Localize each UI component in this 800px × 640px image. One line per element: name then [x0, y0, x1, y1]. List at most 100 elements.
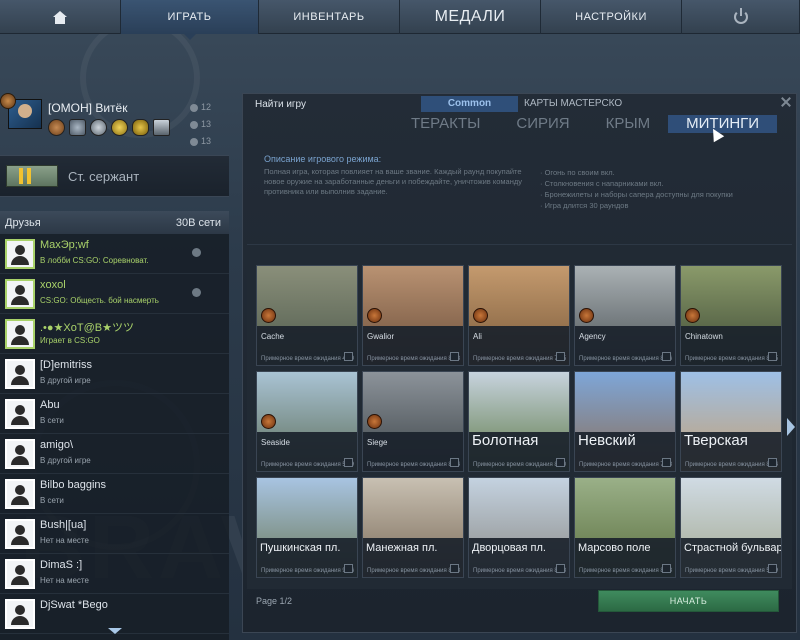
start-button[interactable]: НАЧАТЬ	[598, 590, 779, 612]
map-select-checkbox[interactable]	[556, 564, 565, 573]
friend-avatar[interactable]	[5, 399, 35, 429]
map-tile[interactable]: Болотная Примерное время ожидания 8:30	[468, 371, 570, 472]
map-tile[interactable]: Cache Примерное время ожидания 4:00	[256, 265, 358, 366]
friend-avatar[interactable]	[5, 519, 35, 549]
stat-leader: 13	[201, 136, 212, 146]
mode-tab-terakty[interactable]: ТЕРАКТЫ	[393, 115, 498, 133]
friend-row[interactable]: Bush|[ua] Нет на месте	[0, 514, 229, 554]
leader-icon	[190, 137, 198, 146]
map-select-checkbox[interactable]	[344, 458, 353, 467]
friend-avatar[interactable]	[5, 319, 35, 349]
map-tile[interactable]: Тверская Примерное время ожидания 8:24	[680, 371, 782, 472]
mode-tab-krym[interactable]: КРЫМ	[588, 115, 669, 133]
map-tile[interactable]: Agency Примерное время ожидания 8:36	[574, 265, 676, 366]
map-select-checkbox[interactable]	[450, 352, 459, 361]
map-wait-time: Примерное время ожидания 8:53	[579, 568, 673, 574]
friend-row[interactable]: Bilbo baggins В сети	[0, 474, 229, 514]
friend-row[interactable]: DimaS :] Нет на месте	[0, 554, 229, 594]
map-wait-time: Примерное время ожидания 8:24	[367, 462, 461, 468]
map-select-checkbox[interactable]	[768, 458, 777, 467]
map-tile[interactable]: Ali Примерное время ожидания 7:05	[468, 265, 570, 366]
tab-workshop-maps[interactable]: КАРТЫ МАСТЕРСКО	[518, 96, 628, 112]
tab-common[interactable]: Common	[421, 96, 518, 112]
mode-tab-mitingi[interactable]: МИТИНГИ	[668, 115, 778, 133]
user-icon	[15, 325, 25, 335]
map-emblem-icon	[367, 308, 382, 323]
map-tile[interactable]: Марсово поле Примерное время ожидания 8:5…	[574, 477, 676, 578]
profile-stats: 12 13 13	[190, 99, 211, 150]
friends-header[interactable]: Друзья 30В сети	[0, 211, 229, 234]
map-select-checkbox[interactable]	[344, 352, 353, 361]
flag-icon	[153, 119, 170, 136]
user-icon	[15, 445, 25, 455]
friend-avatar[interactable]	[5, 599, 35, 629]
friend-avatar[interactable]	[5, 479, 35, 509]
map-tile[interactable]: Страстной бульвар Примерное время ожидани…	[680, 477, 782, 578]
map-select-checkbox[interactable]	[344, 564, 353, 573]
map-tile[interactable]: Siege Примерное время ожидания 8:24	[362, 371, 464, 472]
friend-row[interactable]: .•●★XoT@B★ツツ Играет в CS:GO	[0, 314, 229, 354]
map-grid: Cache Примерное время ожидания 4:00 Gwalio…	[256, 265, 782, 578]
user-icon-body	[11, 456, 29, 465]
nav-medals-tab[interactable]: МЕДАЛИ	[400, 0, 541, 34]
friend-avatar[interactable]	[5, 359, 35, 389]
map-tile[interactable]: Манежная пл. Примерное время ожидания 8:5…	[362, 477, 464, 578]
map-name: Cache	[261, 332, 285, 341]
next-page-arrow-icon[interactable]	[787, 418, 797, 436]
user-icon	[15, 245, 25, 255]
map-wait-time: Примерное время ожидания 8:58	[367, 568, 461, 574]
map-select-checkbox[interactable]	[662, 564, 671, 573]
map-wait-time: Примерное время ожидания 5:09	[685, 568, 779, 574]
close-icon[interactable]	[780, 96, 792, 108]
gold-coin-icon	[111, 119, 128, 136]
user-icon	[15, 605, 25, 615]
map-tile[interactable]: Gwalior Примерное время ожидания 8:23	[362, 265, 464, 366]
invite-icon[interactable]	[192, 248, 201, 257]
user-icon-body	[11, 376, 29, 385]
map-wait-time: Примерное время ожидания 9:06	[261, 568, 355, 574]
nav-settings-tab[interactable]: НАСТРОЙКИ	[541, 0, 682, 34]
map-select-checkbox[interactable]	[450, 564, 459, 573]
nav-home-button[interactable]	[0, 0, 121, 34]
friend-list: MaxЭр;wf В лобби CS:GO: Соревноват. xoxol C…	[0, 234, 229, 634]
mode-tab-siriya[interactable]: СИРИЯ	[498, 115, 587, 133]
scroll-down-icon[interactable]	[108, 628, 122, 636]
map-select-checkbox[interactable]	[556, 458, 565, 467]
friend-avatar[interactable]	[5, 239, 35, 269]
friend-row[interactable]: [D]emitriss В другой игре	[0, 354, 229, 394]
map-select-checkbox[interactable]	[768, 564, 777, 573]
home-icon	[53, 10, 67, 24]
friend-row[interactable]: MaxЭр;wf В лобби CS:GO: Соревноват.	[0, 234, 229, 274]
friend-avatar[interactable]	[5, 559, 35, 589]
map-name: Ali	[473, 332, 482, 341]
map-wait-time: Примерное время ожидания 8:35	[685, 356, 779, 362]
friends-panel: Друзья 30В сети MaxЭр;wf В лобби CS:GO: С…	[0, 211, 229, 640]
map-select-checkbox[interactable]	[556, 352, 565, 361]
friend-row[interactable]: amigo\ В другой игре	[0, 434, 229, 474]
map-select-checkbox[interactable]	[662, 352, 671, 361]
nav-inventory-tab[interactable]: ИНВЕНТАРЬ	[259, 0, 400, 34]
map-tile[interactable]: Seaside Примерное время ожидания 5:59	[256, 371, 358, 472]
map-select-checkbox[interactable]	[662, 458, 671, 467]
map-selection-area: Cache Примерное время ожидания 4:00 Gwalio…	[247, 244, 792, 589]
map-select-checkbox[interactable]	[450, 458, 459, 467]
invite-icon[interactable]	[192, 288, 201, 297]
map-tile[interactable]: Chinatown Примерное время ожидания 8:35	[680, 265, 782, 366]
map-emblem-icon	[579, 308, 594, 323]
friend-row[interactable]: Abu В сети	[0, 394, 229, 434]
map-tile[interactable]: Дворцовая пл. Примерное время ожидания 8:…	[468, 477, 570, 578]
friend-status: В другой игре	[40, 376, 91, 385]
rule-item: · Столкновения с напарниками вкл.	[540, 179, 664, 188]
rank-panel: Ст. сержант	[0, 155, 229, 197]
map-wait-time: Примерное время ожидания 8:36	[579, 356, 673, 362]
friend-avatar[interactable]	[5, 439, 35, 469]
map-tile[interactable]: Невский Примерное время ожидания 7:58	[574, 371, 676, 472]
friend-status: В лобби CS:GO: Соревноват.	[40, 256, 149, 265]
map-tile[interactable]: Пушкинская пл. Примерное время ожидания 9…	[256, 477, 358, 578]
service-medal-icon	[48, 119, 65, 136]
nav-power-button[interactable]	[682, 0, 800, 34]
friend-avatar[interactable]	[5, 279, 35, 309]
nav-play-tab[interactable]: ИГРАТЬ	[121, 0, 259, 40]
friend-row[interactable]: xoxol CS:GO: Общесть. бой насмерть	[0, 274, 229, 314]
map-select-checkbox[interactable]	[768, 352, 777, 361]
